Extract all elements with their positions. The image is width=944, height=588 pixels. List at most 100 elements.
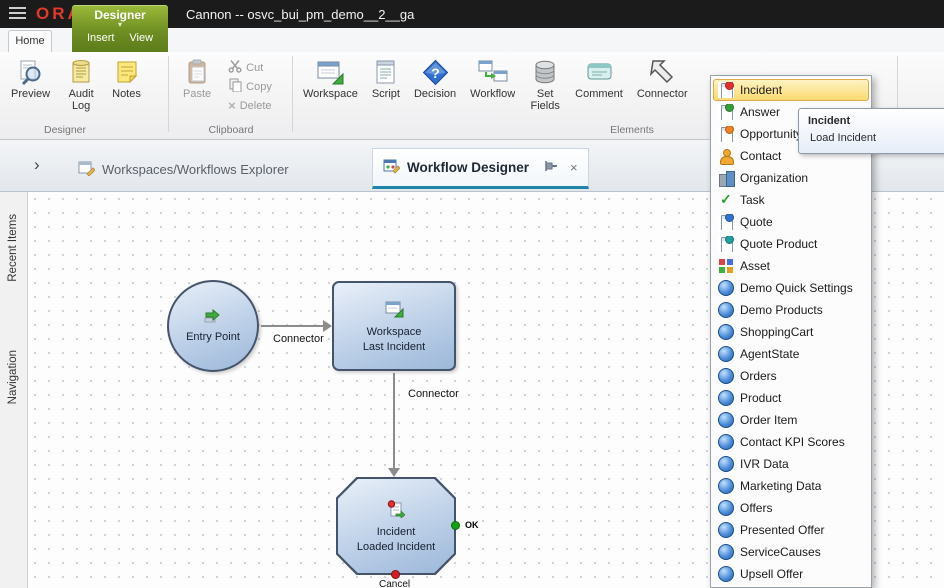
svg-text:?: ? — [431, 65, 440, 81]
tooltip: Incident Load Incident — [798, 108, 944, 154]
decision-element-label: Decision — [413, 88, 457, 100]
connector-element-button[interactable]: Connector — [630, 54, 695, 118]
tab-insert[interactable]: Insert — [87, 32, 115, 44]
ic-task-icon — [718, 191, 734, 208]
paste-button[interactable]: Paste — [176, 54, 218, 118]
hamburger-menu-icon[interactable] — [9, 7, 26, 20]
entry-point-label: Entry Point — [186, 331, 240, 343]
menu-item-product[interactable]: Product — [713, 387, 869, 409]
incident-node[interactable]: Incident Loaded Incident — [336, 477, 456, 575]
script-element-label: Script — [371, 88, 400, 100]
menu-item-quote[interactable]: Quote — [713, 211, 869, 233]
menu-item-offers[interactable]: Offers — [713, 497, 869, 519]
menu-item-label: Contact KPI Scores — [740, 435, 845, 449]
menu-item-demo-products[interactable]: Demo Products — [713, 299, 869, 321]
menu-item-task[interactable]: Task — [713, 189, 869, 211]
workflow-element-button[interactable]: Workflow — [463, 54, 522, 118]
ic-quote-icon — [718, 214, 734, 230]
ribbon-separator — [168, 56, 169, 132]
ic-quote-product-icon — [718, 236, 734, 252]
cancel-port-label: Cancel — [377, 579, 413, 588]
connector-label[interactable]: Connector — [271, 333, 326, 345]
ic-custom-icon — [718, 478, 734, 494]
preview-button[interactable]: Preview — [4, 54, 57, 118]
entry-point-icon — [204, 308, 222, 328]
menu-item-label: Task — [740, 193, 765, 207]
delete-icon: × — [228, 98, 236, 113]
clipboard-group-label: Clipboard — [208, 124, 254, 136]
menu-item-marketing-data[interactable]: Marketing Data — [713, 475, 869, 497]
set-fields-button[interactable]: Set Fields — [522, 54, 568, 118]
notes-button[interactable]: Notes — [105, 54, 148, 118]
menu-item-quote-product[interactable]: Quote Product — [713, 233, 869, 255]
connector-arrowhead — [323, 320, 332, 332]
entry-point-node[interactable]: Entry Point — [167, 280, 259, 372]
ic-custom-icon — [718, 544, 734, 560]
ic-custom-icon — [718, 434, 734, 450]
tab-workspaces-workflows-explorer[interactable]: Workspaces/Workflows Explorer — [78, 154, 289, 184]
expand-chevron[interactable]: › — [34, 155, 40, 175]
cut-label: Cut — [246, 61, 264, 74]
pin-tab-icon[interactable] — [544, 159, 559, 176]
tooltip-title: Incident — [808, 115, 851, 127]
menu-item-label: Presented Offer — [740, 523, 825, 537]
workspace-node-icon — [384, 300, 404, 323]
close-tab-icon[interactable]: × — [570, 160, 578, 175]
tab-home[interactable]: Home — [8, 30, 52, 52]
menu-item-order-item[interactable]: Order Item — [713, 409, 869, 431]
menu-item-servicecauses[interactable]: ServiceCauses — [713, 541, 869, 563]
ok-port[interactable] — [451, 521, 460, 530]
menu-item-presented-offer[interactable]: Presented Offer — [713, 519, 869, 541]
copy-icon — [228, 78, 242, 95]
menu-item-label: Upsell Offer — [740, 567, 804, 581]
ic-contact-icon — [718, 148, 734, 165]
menu-item-ivr-data[interactable]: IVR Data — [713, 453, 869, 475]
menu-item-agentstate[interactable]: AgentState — [713, 343, 869, 365]
cancel-port[interactable] — [391, 570, 400, 579]
ic-custom-icon — [718, 302, 734, 318]
explorer-tab-icon — [78, 160, 96, 179]
menu-item-asset[interactable]: Asset — [713, 255, 869, 277]
menu-item-label: Opportunity — [740, 127, 803, 141]
menu-item-shoppingcart[interactable]: ShoppingCart — [713, 321, 869, 343]
delete-button[interactable]: × Delete — [224, 96, 276, 115]
menu-item-demo-quick-settings[interactable]: Demo Quick Settings — [713, 277, 869, 299]
decision-element-button[interactable]: ? Decision — [407, 54, 463, 118]
ic-incident-icon — [718, 82, 734, 98]
menu-item-label: Demo Products — [740, 303, 823, 317]
comment-element-button[interactable]: Comment — [568, 54, 630, 118]
workspace-node[interactable]: Workspace Last Incident — [332, 281, 456, 371]
cut-button[interactable]: Cut — [224, 58, 276, 77]
menu-item-organization[interactable]: Organization — [713, 167, 869, 189]
menu-item-contact-kpi-scores[interactable]: Contact KPI Scores — [713, 431, 869, 453]
copy-button[interactable]: Copy — [224, 77, 276, 96]
menu-item-incident[interactable]: Incident — [713, 79, 869, 101]
menu-item-label: Demo Quick Settings — [740, 281, 853, 295]
app-menu-designer[interactable]: Designer ▾ Insert View — [72, 5, 168, 52]
menu-item-label: ServiceCauses — [740, 545, 821, 559]
menu-item-label: Offers — [740, 501, 773, 515]
menu-item-orders[interactable]: Orders — [713, 365, 869, 387]
ic-custom-icon — [718, 500, 734, 516]
preview-label: Preview — [11, 88, 51, 100]
tab-view[interactable]: View — [129, 32, 153, 44]
recent-items-panel-tab[interactable]: Recent Items — [7, 214, 19, 282]
menu-item-label: Product — [740, 391, 782, 405]
menu-item-upsell-offer[interactable]: Upsell Offer — [713, 563, 869, 585]
connector-line[interactable] — [393, 373, 395, 469]
audit-log-button[interactable]: Audit Log — [57, 54, 105, 118]
window-title: Cannon -- osvc_bui_pm_demo__2__ga — [186, 7, 415, 22]
tab-workflow-designer[interactable]: Workflow Designer × — [372, 148, 589, 189]
preview-icon — [17, 56, 44, 88]
connector-label[interactable]: Connector — [406, 388, 461, 400]
cut-icon — [228, 59, 242, 76]
navigation-panel-tab[interactable]: Navigation — [7, 350, 19, 404]
workspace-element-button[interactable]: Workspace — [296, 54, 365, 118]
workspace-node-subtitle: Last Incident — [362, 340, 426, 353]
menu-item-label: AgentState — [740, 347, 800, 361]
workflow-designer-window: ORACLE Cannon -- osvc_bui_pm_demo__2__ga… — [0, 0, 944, 588]
connector-line[interactable] — [261, 325, 323, 327]
script-element-button[interactable]: Script — [365, 54, 407, 118]
side-rail: Recent Items Navigation — [0, 192, 28, 588]
incident-node-title: Incident — [376, 525, 416, 538]
